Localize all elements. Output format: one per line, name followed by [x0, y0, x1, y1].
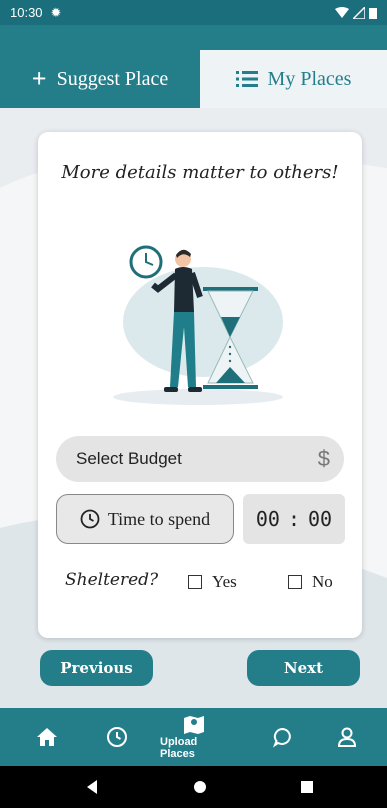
status-bar: 10:30 ✹	[0, 0, 387, 25]
tab-my-label: My Places	[267, 67, 352, 90]
recents-icon[interactable]	[300, 779, 314, 795]
signal-icon	[353, 6, 365, 19]
no-label: No	[312, 572, 333, 591]
status-icons	[335, 6, 377, 19]
home-circle-icon[interactable]	[193, 779, 207, 795]
time-to-spend-button[interactable]: Time to spend	[56, 494, 234, 544]
details-card: More details matter to others! Select Bu…	[38, 132, 362, 638]
tab-my-places[interactable]: My Places	[200, 50, 387, 108]
time-to-spend-label: Time to spend	[107, 508, 211, 529]
clock-icon	[107, 727, 127, 747]
home-icon	[37, 728, 57, 746]
plus-icon: +	[31, 64, 47, 93]
time-value-field[interactable]: 00 : 00	[243, 494, 345, 544]
system-navigation-bar	[0, 766, 387, 808]
sheltered-no-option[interactable]: No	[288, 572, 333, 592]
list-icon	[235, 71, 258, 87]
tab-bar: + Suggest Place My Places	[0, 50, 387, 108]
tab-suggest-place[interactable]: + Suggest Place	[0, 50, 200, 108]
time-minutes: 00	[308, 507, 333, 531]
tab-suggest-label: Suggest Place	[56, 67, 169, 90]
nav-upload-label: Upload Places	[160, 736, 198, 760]
nav-home[interactable]	[36, 708, 58, 766]
nav-profile[interactable]	[336, 708, 358, 766]
previous-button[interactable]: Previous	[40, 650, 153, 686]
time-illustration	[113, 245, 283, 405]
nav-history[interactable]	[106, 708, 128, 766]
map-pin-icon	[184, 716, 204, 734]
app-bar	[0, 25, 387, 50]
person-icon	[337, 727, 357, 747]
yes-checkbox[interactable]	[188, 575, 202, 589]
budget-placeholder: Select Budget	[76, 449, 182, 468]
card-title: More details matter to others!	[61, 162, 339, 183]
next-button[interactable]: Next	[247, 650, 360, 686]
wifi-icon	[335, 6, 349, 18]
back-icon[interactable]	[85, 779, 99, 795]
bottom-navigation: Upload Places	[0, 708, 387, 766]
nav-upload-places[interactable]: Upload Places	[160, 708, 228, 766]
sheltered-label: Sheltered?	[65, 570, 159, 590]
time-separator: :	[287, 507, 301, 531]
yes-label: Yes	[212, 572, 237, 591]
chat-bubble-icon	[272, 727, 291, 748]
settings-icon: ✹	[50, 4, 62, 20]
time-hours: 00	[255, 507, 280, 531]
nav-chat[interactable]	[272, 708, 294, 766]
no-checkbox[interactable]	[288, 575, 302, 589]
budget-select[interactable]: Select Budget $	[56, 436, 344, 482]
dollar-icon: $	[317, 446, 330, 471]
battery-icon	[369, 7, 377, 19]
clock-icon	[80, 509, 100, 529]
sheltered-yes-option[interactable]: Yes	[188, 572, 237, 592]
status-time: 10:30	[10, 5, 43, 20]
